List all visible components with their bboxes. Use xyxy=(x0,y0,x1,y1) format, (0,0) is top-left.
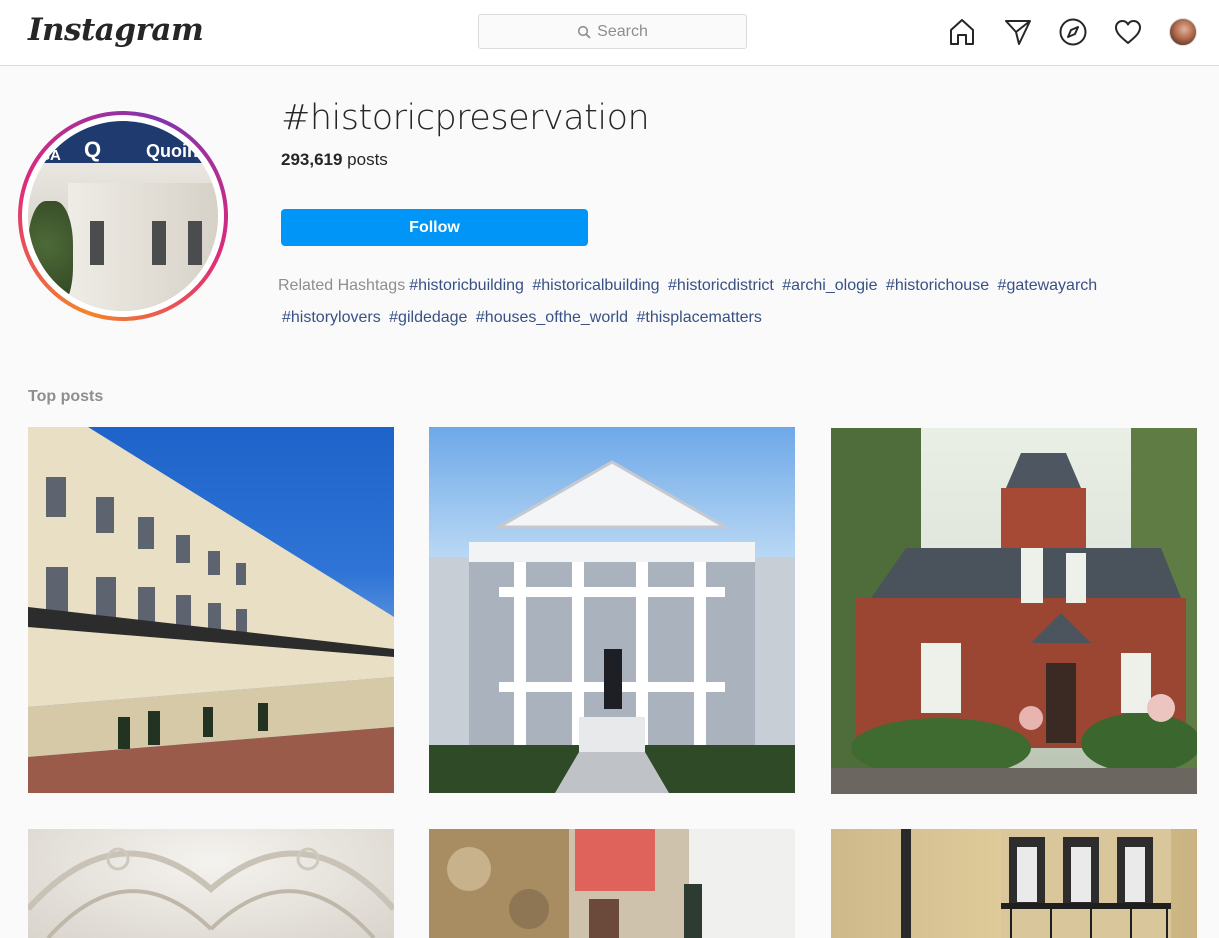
hashtag-profile-image: SA Q Quoin xyxy=(18,111,228,321)
related-hashtag-link[interactable]: #historicdistrict xyxy=(668,277,774,294)
post-thumbnail-ceiling[interactable] xyxy=(28,829,394,938)
cover-text-word: Quoin xyxy=(146,141,198,161)
post-thumbnail-terrace[interactable] xyxy=(28,427,394,793)
related-hashtag-link[interactable]: #historichouse xyxy=(886,277,989,294)
related-hashtag-link[interactable]: #archi_ologie xyxy=(782,277,877,294)
top-navigation-bar: Instagram Search xyxy=(0,0,1219,66)
related-hashtag-link[interactable]: #gatewayarch xyxy=(998,277,1098,294)
cover-text-sa: SA xyxy=(40,147,61,164)
related-hashtags-label: Related Hashtags xyxy=(278,277,406,294)
related-hashtag-link[interactable]: #historicbuilding xyxy=(409,277,524,294)
related-hashtags: Related Hashtags #historicbuilding #histo… xyxy=(278,270,1178,334)
related-hashtag-link[interactable]: #gildedage xyxy=(389,309,467,326)
post-thumbnail-white-house[interactable] xyxy=(429,427,795,793)
post-thumbnail-brick-house[interactable] xyxy=(831,428,1197,794)
search-placeholder[interactable]: Search xyxy=(597,23,648,41)
hashtag-cover-image: SA Q Quoin xyxy=(28,121,218,311)
home-icon[interactable] xyxy=(947,17,977,47)
post-thumbnail-stone-facade[interactable] xyxy=(831,829,1197,938)
follow-button[interactable]: Follow xyxy=(281,209,588,246)
explore-compass-icon[interactable] xyxy=(1058,17,1088,47)
search-box[interactable]: Search xyxy=(478,14,747,49)
post-count-number: 293,619 xyxy=(281,150,343,169)
search-icon xyxy=(577,25,591,39)
post-count-suffix: posts xyxy=(342,150,388,169)
related-hashtag-link[interactable]: #houses_ofthe_world xyxy=(476,309,628,326)
cover-text-q: Q xyxy=(84,137,102,162)
post-count: 293,619 posts xyxy=(281,150,388,170)
related-hashtag-link[interactable]: #thisplacematters xyxy=(636,309,761,326)
related-hashtag-link[interactable]: #historicalbuilding xyxy=(532,277,659,294)
profile-avatar[interactable] xyxy=(1169,18,1197,46)
activity-heart-icon[interactable] xyxy=(1113,17,1143,47)
instagram-logo[interactable]: Instagram xyxy=(28,12,204,48)
top-posts-heading: Top posts xyxy=(28,388,104,405)
hashtag-title: #historicpreservation xyxy=(281,98,650,138)
post-thumbnail-wldwst-sign[interactable] xyxy=(429,829,795,938)
related-hashtag-link[interactable]: #historylovers xyxy=(282,309,381,326)
direct-message-icon[interactable] xyxy=(1003,17,1033,47)
